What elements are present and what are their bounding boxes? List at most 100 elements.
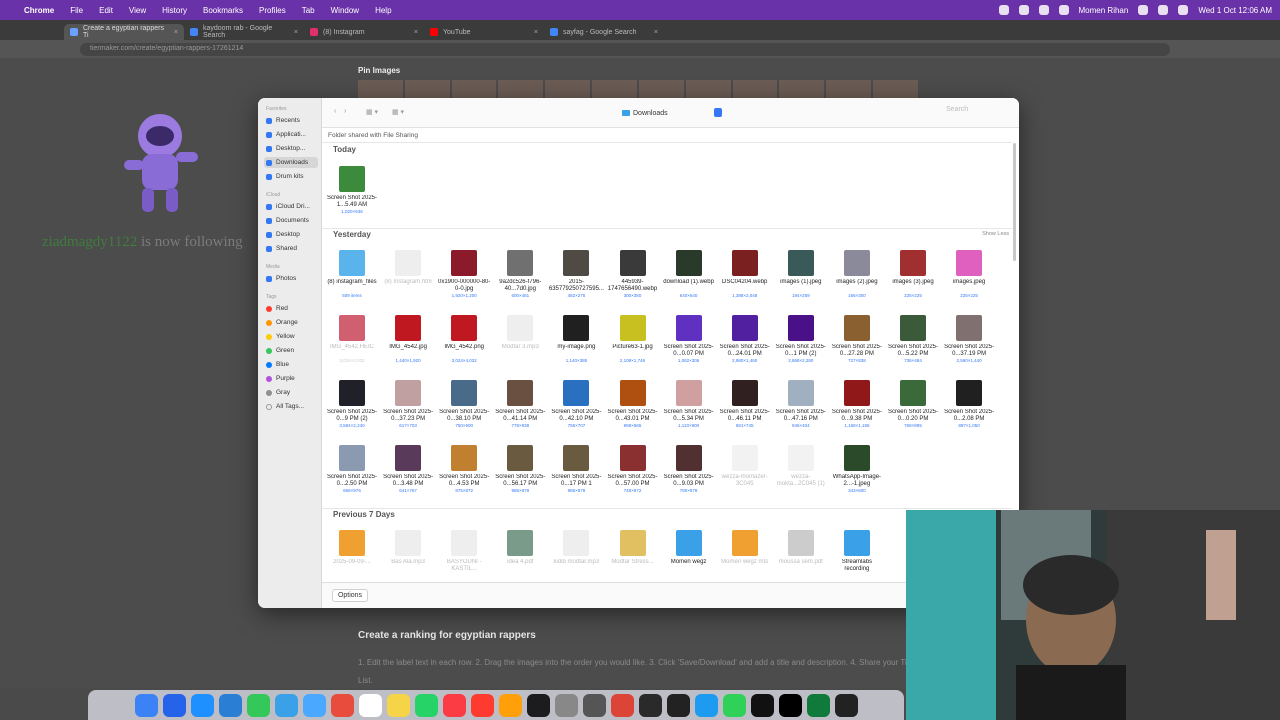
file-item[interactable]: Screen Shot 2025-0...47.16 PM 946×404 [773, 380, 829, 429]
file-item[interactable]: Screen Shot 2025-0...46.11 PM 681×745 [717, 380, 773, 429]
file-item[interactable]: 2015-635779250727595...-758.jpg482×275 [548, 250, 604, 299]
file-item[interactable]: Screen Shot 2025-0...43.01 PM 998×665 [605, 380, 661, 429]
dock-app-icon[interactable] [190, 693, 214, 717]
sidebar-tag-all[interactable]: All Tags... [264, 401, 318, 412]
sidebar-item-applications[interactable]: Applicati... [264, 129, 318, 140]
file-item[interactable]: Screen Shot 2025-0...2.50 PM 668×976 [324, 445, 380, 494]
sidebar-tag-green[interactable]: Green [264, 345, 318, 356]
file-item[interactable]: WhatsApp-Image-2...-1.jpeg 343×600 [829, 445, 885, 494]
user-name[interactable]: Momen Rihan [1079, 6, 1129, 15]
options-button[interactable]: Options [332, 589, 368, 602]
close-icon[interactable]: × [414, 29, 418, 36]
file-item[interactable]: moussa sem.pdf [773, 530, 829, 573]
sidebar-tag-yellow[interactable]: Yellow [264, 331, 318, 342]
sidebar-item-desktop[interactable]: Desktop... [264, 143, 318, 154]
view-group-icon[interactable]: ▦ ▾ [392, 108, 404, 118]
file-item[interactable]: images (3).jpeg 225×225 [885, 250, 941, 299]
file-item[interactable]: Screen Shot 2025-0...5.22 PM 736×484 [885, 315, 941, 364]
dock-app-icon[interactable] [582, 693, 606, 717]
file-item[interactable]: images (1).jpeg 194×259 [773, 250, 829, 299]
file-item[interactable]: 0x1900-000000-80-0-0.jpg 1,920×1,200 [436, 250, 492, 299]
browser-tab[interactable]: kaydoom rab - Google Search × [184, 24, 304, 40]
browser-tab[interactable]: sayfag - Google Search × [544, 24, 664, 40]
file-item[interactable]: Modtar Stress... [605, 530, 661, 573]
status-icon[interactable] [1018, 5, 1029, 15]
file-item[interactable]: Screen Shot 2025-0...57.00 PM 748×872 [605, 445, 661, 494]
file-item[interactable]: Bas Ala.mp3 [380, 530, 436, 573]
dock-app-icon[interactable] [554, 693, 578, 717]
menu-tab[interactable]: Tab [302, 6, 315, 15]
file-item[interactable]: Screen Shot 2025-0...56.17 PM 985×878 [492, 445, 548, 494]
file-item[interactable]: my-image.png 1,140×385 [548, 315, 604, 364]
file-item[interactable]: Screen Shot 2025-1...5.49 AM 1,020×936 [324, 166, 380, 215]
dock-app-icon[interactable] [470, 693, 494, 717]
control-center-icon[interactable] [1178, 5, 1189, 15]
sidebar-item-shared[interactable]: Shared [264, 243, 318, 254]
file-item[interactable]: IMG_4542.png 3,024×4,032 [436, 315, 492, 364]
clock[interactable]: Wed 1 Oct 12:06 AM [1198, 6, 1272, 15]
location-popup[interactable]: Downloads [622, 107, 722, 119]
dock-app-icon[interactable] [638, 693, 662, 717]
sidebar-item-downloads[interactable]: Downloads [264, 157, 318, 168]
dock-app-icon[interactable] [806, 693, 830, 717]
back-icon[interactable]: ‹ [334, 108, 336, 118]
file-item[interactable]: Screen Shot 2025-0...38.10 PM 750×600 [436, 380, 492, 429]
file-item[interactable]: Screen Shot 2025-0...4.53 PM 875×872 [436, 445, 492, 494]
show-less-link[interactable]: Show Less [982, 231, 1009, 237]
file-item[interactable]: Screen Shot 2025-0...1 PM (2) 2,868×2,280 [773, 315, 829, 364]
sidebar-item-desktop-icloud[interactable]: Desktop [264, 229, 318, 240]
sidebar-tag-blue[interactable]: Blue [264, 359, 318, 370]
dock-app-icon[interactable] [666, 693, 690, 717]
file-item[interactable]: Screen Shot 2025-0...41.14 PM 778×938 [492, 380, 548, 429]
status-icon[interactable] [998, 5, 1009, 15]
scrollbar[interactable] [1013, 143, 1016, 261]
sidebar-item-icloud-drive[interactable]: iCloud Dri... [264, 201, 318, 212]
file-item[interactable]: images (2).jpeg 166×300 [829, 250, 885, 299]
url-input[interactable]: tiermaker.com/create/egyptian-rappers-17… [80, 42, 1170, 56]
dock-app-icon[interactable] [442, 693, 466, 717]
file-item[interactable]: download (1).webp 640×640 [661, 250, 717, 299]
dock-app-icon[interactable] [526, 693, 550, 717]
menu-bookmarks[interactable]: Bookmarks [203, 6, 243, 15]
menu-window[interactable]: Window [331, 6, 359, 15]
file-item[interactable]: Screen Shot 2025-0...24.01 PM 2,980×1,460 [717, 315, 773, 364]
dock-app-icon[interactable] [218, 693, 242, 717]
file-item[interactable]: Screen Shot 2025-0...0.20 PM 768×895 [885, 380, 941, 429]
dock-app-icon[interactable] [498, 693, 522, 717]
menu-edit[interactable]: Edit [99, 6, 113, 15]
status-icon[interactable] [1038, 5, 1049, 15]
dock-app-icon[interactable] [610, 693, 634, 717]
file-item[interactable]: wezza-montazer-3C045 [717, 445, 773, 488]
dock-app-icon[interactable] [414, 693, 438, 717]
sidebar-item-documents[interactable]: Documents [264, 215, 318, 226]
file-item[interactable]: Picture63-1.jpg 2,109×1,746 [605, 315, 661, 364]
file-item[interactable]: Screen Shot 2025-0...37.23 PM 617×703 [380, 380, 436, 429]
file-item[interactable]: Momen wegz [661, 530, 717, 573]
file-item[interactable]: 2025-09-09-... [324, 530, 380, 573]
file-item[interactable]: (8) instagram_files 509 items [324, 250, 380, 299]
file-item[interactable]: images.jpeg 225×225 [941, 250, 997, 299]
menu-help[interactable]: Help [375, 6, 391, 15]
sidebar-tag-purple[interactable]: Purple [264, 373, 318, 384]
browser-tab[interactable]: Create a egyptian rappers Ti × [64, 24, 184, 40]
dock-app-icon[interactable] [162, 693, 186, 717]
dock-app-icon[interactable] [778, 693, 802, 717]
dock-app-icon[interactable] [274, 693, 298, 717]
file-item[interactable]: BASYOUNI - KASTIL... [436, 530, 492, 573]
file-item[interactable]: (8) Instagram.htm [380, 250, 436, 293]
file-item[interactable]: Screen Shot 2025-0...0.07 PM 1,062×306 [661, 315, 717, 364]
menu-view[interactable]: View [129, 6, 146, 15]
file-item[interactable]: Screen Shot 2025-0...3.48 PM 641×767 [380, 445, 436, 494]
close-icon[interactable]: × [294, 29, 298, 36]
file-item[interactable]: 9a2dc526-f796-40...7d0.jpg 600×481 [492, 250, 548, 299]
menu-profiles[interactable]: Profiles [259, 6, 286, 15]
file-item[interactable]: idea 4.pdf [492, 530, 548, 573]
dock-app-icon[interactable] [302, 693, 326, 717]
file-item[interactable]: Screen Shot 2025-0...42.10 PM 756×707 [548, 380, 604, 429]
file-item[interactable]: 445939-1747656490.webp 300×380 [605, 250, 661, 299]
file-item[interactable]: Streamlabs recording [829, 530, 885, 573]
volume-icon[interactable] [1058, 5, 1069, 15]
forward-icon[interactable]: › [344, 108, 346, 118]
file-item[interactable]: Screen Shot 2025-0...27.28 PM 727×838 [829, 315, 885, 364]
browser-tab[interactable]: YouTube × [424, 24, 544, 40]
